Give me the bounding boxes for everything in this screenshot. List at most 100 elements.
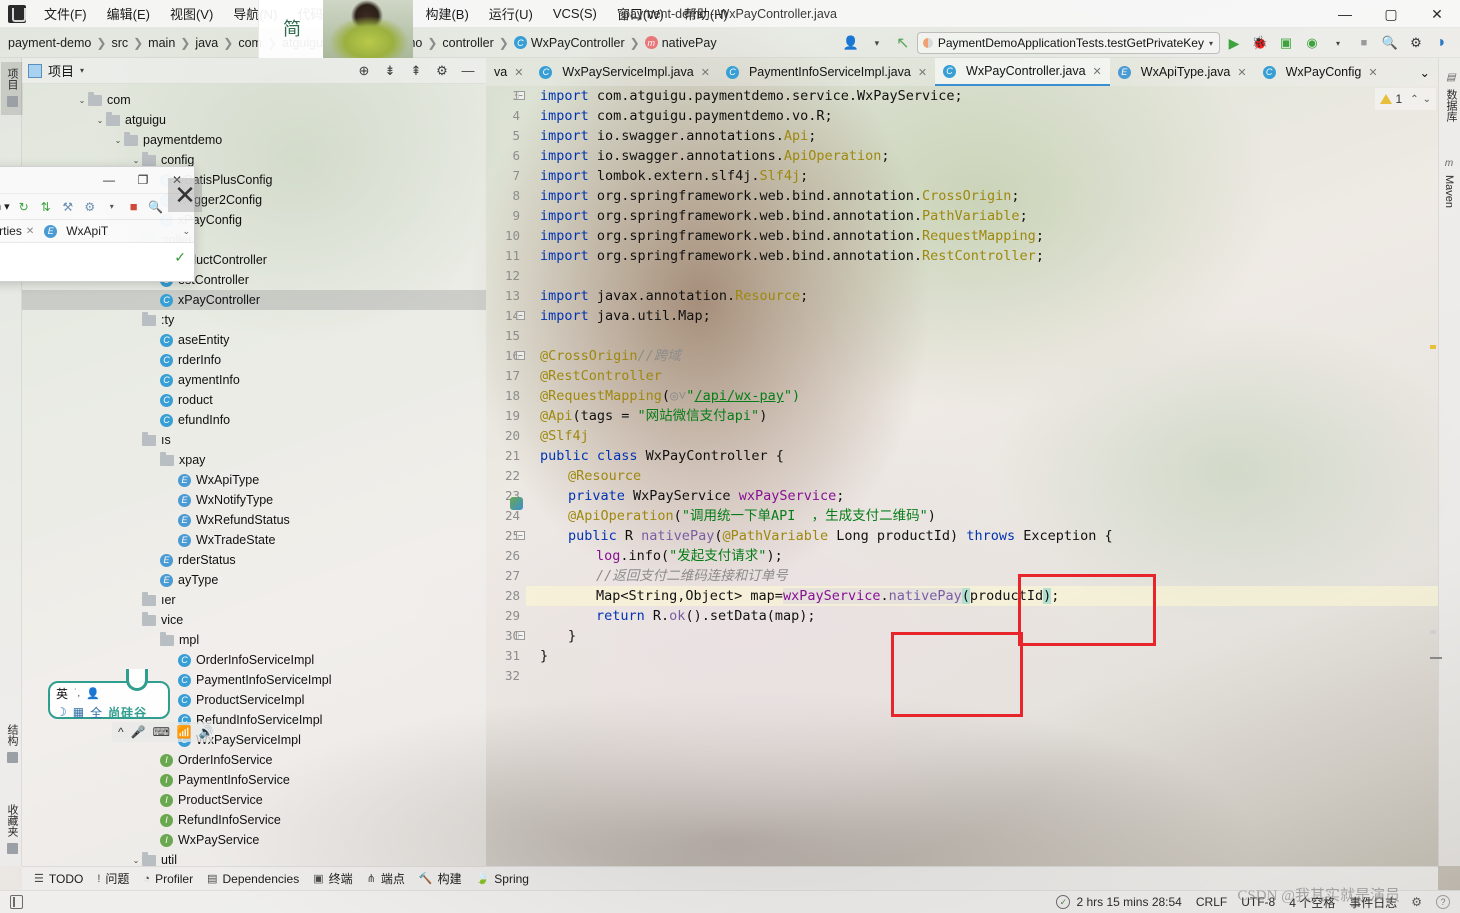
tree-file[interactable]: C OrderInfoServiceImpl — [22, 650, 486, 670]
tree-folder[interactable]: ıs — [22, 430, 486, 450]
code-line[interactable]: @RestController — [526, 366, 1438, 386]
code-content[interactable]: import com.atguigu.paymentdemo.service.W… — [526, 86, 1438, 866]
line-number[interactable]: 4 — [486, 106, 526, 126]
line-number[interactable]: 19 — [486, 406, 526, 426]
chevron-down-icon[interactable]: ▾ — [1326, 31, 1350, 55]
editor-marker-caret[interactable] — [1430, 630, 1436, 634]
breadcrumb-item-controller[interactable]: controller — [442, 36, 493, 50]
tree-file[interactable]: CaseEntity — [22, 330, 486, 350]
tool-database[interactable]: ▤ 数据库 — [1440, 64, 1460, 128]
code-fold-icon[interactable]: − — [516, 91, 525, 100]
locate-icon[interactable]: ⊕ — [352, 59, 376, 83]
tree-folder[interactable]: ıer — [22, 590, 486, 610]
menu-run[interactable]: 运行(U) — [479, 0, 543, 27]
tab-wxapitype[interactable]: E WxApiT — [44, 224, 108, 238]
code-fold-icon[interactable]: − — [516, 531, 525, 540]
code-line[interactable]: import com.atguigu.paymentdemo.service.W… — [526, 86, 1438, 106]
menu-vcs[interactable]: VCS(S) — [543, 2, 607, 25]
code-line[interactable]: import lombok.extern.slf4j.Slf4j; — [526, 166, 1438, 186]
close-icon[interactable]: ✕ — [26, 226, 34, 237]
breadcrumb-item-wxpaycontroller[interactable]: C WxPayController — [513, 36, 625, 50]
stop-button[interactable]: ■ — [1352, 31, 1376, 55]
menu-view[interactable]: 视图(V) — [160, 0, 223, 27]
time-tracker-label[interactable]: 2 hrs 15 mins 28:54 — [1076, 895, 1181, 909]
ime-lang-label[interactable]: 英 — [56, 685, 68, 702]
bottom-tab-dependencies[interactable]: ▤ Dependencies — [207, 872, 299, 886]
tree-folder[interactable]: vice — [22, 610, 486, 630]
editor-tab-wxpayconfig[interactable]: C WxPayConfig ✕ — [1255, 58, 1386, 86]
line-number[interactable]: 29 — [486, 606, 526, 626]
chevron-down-icon[interactable]: ⌄ — [182, 226, 194, 237]
user-icon[interactable]: 👤 — [86, 687, 100, 700]
code-line[interactable]: log.info("发起支付请求"); — [526, 546, 1438, 566]
code-line[interactable]: import io.swagger.annotations.Api; — [526, 126, 1438, 146]
ime-punctuation-icon[interactable]: ˙, — [74, 688, 80, 699]
hide-icon[interactable]: — — [456, 59, 480, 83]
tree-folder[interactable]: mpl — [22, 630, 486, 650]
breadcrumb-item-payment-demo[interactable]: payment-demo — [8, 36, 91, 50]
chevron-down-icon[interactable]: ⌄ — [130, 156, 142, 165]
bottom-tab-todo[interactable]: ☰ TODO — [34, 872, 83, 886]
ime-moon-icon[interactable]: ☽ — [56, 705, 67, 719]
line-number[interactable]: 32 — [486, 666, 526, 686]
breadcrumb-item-src[interactable]: src — [111, 36, 128, 50]
line-number[interactable]: 7 — [486, 166, 526, 186]
code-line[interactable]: import java.util.Map; — [526, 306, 1438, 326]
help-icon[interactable]: ? — [1436, 895, 1450, 909]
line-number[interactable]: 10 — [486, 226, 526, 246]
editor-tab-wxpayserviceimpljava[interactable]: C WxPayServiceImpl.java ✕ — [531, 58, 718, 86]
tool-structure[interactable]: 结构 — [1, 718, 23, 771]
tree-folder[interactable]: xpay — [22, 450, 486, 470]
line-number[interactable]: 22 — [486, 466, 526, 486]
chevron-down-icon[interactable]: ▾ — [80, 66, 84, 75]
close-icon[interactable]: ✕ — [918, 66, 927, 79]
rerun-icon[interactable]: ↻ — [16, 199, 32, 215]
line-number[interactable]: 13 — [486, 286, 526, 306]
bottom-tab-problems[interactable]: ! 问题 — [97, 870, 129, 887]
code-line[interactable]: } — [526, 646, 1438, 666]
run-class-gutter-icon[interactable] — [510, 497, 523, 510]
line-number[interactable]: 20 — [486, 426, 526, 446]
line-number[interactable]: 28 — [486, 586, 526, 606]
code-line[interactable]: Map<String,Object> map=wxPayService.nati… — [526, 586, 1438, 606]
tree-file[interactable]: CaymentInfo — [22, 370, 486, 390]
minimize-button[interactable]: — — [92, 167, 126, 193]
ime-keyboard-icon[interactable]: ▦ — [73, 705, 84, 719]
inspection-widget[interactable]: 1 ⌃ ⌄ — [1374, 88, 1436, 110]
tree-file[interactable]: CrderInfo — [22, 350, 486, 370]
tree-file[interactable]: E WxRefundStatus — [22, 510, 486, 530]
tree-file[interactable]: ErderStatus — [22, 550, 486, 570]
chevron-down-icon[interactable]: ⌄ — [94, 116, 106, 125]
bottom-tab-profiler[interactable]: ◔ Profiler — [143, 872, 193, 886]
editor-marker-warning[interactable] — [1430, 345, 1436, 349]
close-icon[interactable]: ✕ — [514, 66, 523, 79]
code-line[interactable]: import com.atguigu.paymentdemo.vo.R; — [526, 106, 1438, 126]
run-button[interactable]: ▶ — [1222, 31, 1246, 55]
tab-wxpay-properties[interactable]: wxpay.properties ✕ — [0, 224, 34, 238]
back-arrow-icon[interactable]: ↖ — [891, 31, 915, 55]
line-separator-label[interactable]: CRLF — [1196, 895, 1227, 909]
line-number[interactable]: 12 — [486, 266, 526, 286]
menu-build[interactable]: 构建(B) — [415, 0, 478, 27]
code-line[interactable] — [526, 266, 1438, 286]
tree-folder[interactable]: ⌄ paymentdemo — [22, 130, 486, 150]
bottom-tab-spring[interactable]: 🍃 Spring — [476, 872, 529, 886]
gear-icon[interactable]: ⚙ — [1411, 895, 1422, 909]
chevron-down-icon[interactable]: ⌄ — [112, 136, 124, 145]
tree-file[interactable]: E WxApiType — [22, 470, 486, 490]
close-button[interactable]: ✕ — [1414, 0, 1460, 28]
bottom-tab-endpoints[interactable]: ⋔ 端点 — [367, 870, 405, 887]
bottom-tab-build[interactable]: 🔨 构建 — [419, 870, 462, 887]
tray-chevron-icon[interactable]: ^ — [118, 725, 124, 739]
search-icon[interactable]: 🔍 — [148, 199, 164, 215]
chevron-down-icon[interactable]: ⌄ — [1423, 94, 1431, 105]
code-line[interactable]: } — [526, 626, 1438, 646]
code-fold-icon[interactable]: − — [516, 351, 525, 360]
minimize-button[interactable]: — — [1322, 0, 1368, 28]
line-number[interactable]: 5 — [486, 126, 526, 146]
collapse-all-icon[interactable]: ⇞ — [404, 59, 428, 83]
secondary-ide-window[interactable]: — ❐ ✕ n ▾ ↻ ⇅ ⚒ ⚙ ▾ ■ 🔍 wxpay.properties… — [0, 166, 195, 282]
close-icon[interactable]: ✕ — [1237, 66, 1246, 79]
code-line[interactable]: private WxPayService wxPayService; — [526, 486, 1438, 506]
code-line[interactable]: @ApiOperation("调用统一下单API ，生成支付二维码") — [526, 506, 1438, 526]
